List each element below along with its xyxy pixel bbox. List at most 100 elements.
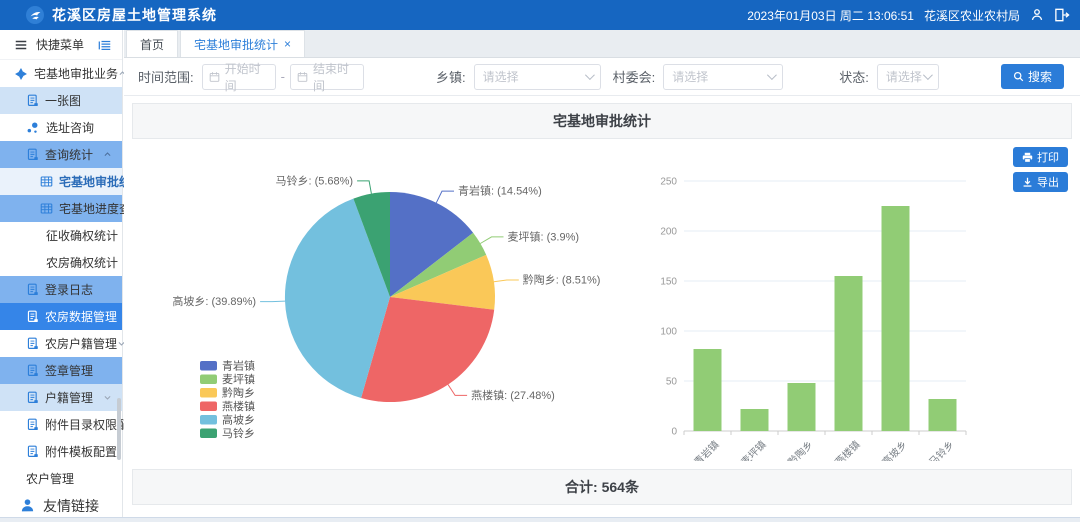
- town-label: 乡镇:: [436, 67, 466, 86]
- quick-menu-header[interactable]: 快捷菜单: [0, 30, 122, 60]
- chevron-down-icon: [103, 393, 112, 402]
- svg-text:高坡乡: (39.89%): 高坡乡: (39.89%): [172, 294, 256, 308]
- doc-icon: [26, 445, 39, 458]
- chart-area: 打印 导出 青岩镇: (14.54%)麦坪镇: (3.9%)黔陶乡: (8.51…: [124, 139, 1080, 461]
- sidebar-item-label: 征收确权统计: [46, 227, 118, 244]
- svg-text:青岩镇: 青岩镇: [691, 438, 721, 461]
- hamburger-icon: [14, 38, 28, 52]
- svg-text:黔陶乡: 黔陶乡: [222, 386, 255, 400]
- sidebar-item[interactable]: 农房数据管理: [0, 303, 122, 330]
- pinwheel-icon: [14, 67, 28, 81]
- sidebar-item-label: 农户管理: [26, 470, 74, 487]
- town-select-placeholder: 请选择: [483, 68, 519, 85]
- svg-text:200: 200: [660, 227, 677, 238]
- sidebar-item[interactable]: 附件目录权限配置: [0, 411, 122, 438]
- sidebar-item[interactable]: 宅基地审批业务: [0, 60, 122, 87]
- tab-label: 首页: [140, 36, 164, 53]
- search-button[interactable]: 搜索: [1001, 64, 1064, 89]
- sidebar-item[interactable]: 宅基地审批统计: [0, 168, 122, 195]
- sidebar-item-label: 友情链接: [43, 496, 99, 516]
- close-icon[interactable]: ×: [284, 38, 291, 50]
- svg-text:0: 0: [671, 427, 677, 438]
- sidebar-item-label: 附件模板配置: [45, 443, 117, 460]
- tab[interactable]: 宅基地审批统计×: [180, 30, 305, 57]
- svg-text:青岩镇: (14.54%): 青岩镇: (14.54%): [458, 184, 542, 198]
- village-select[interactable]: 请选择: [663, 64, 783, 90]
- svg-text:黔陶乡: 黔陶乡: [785, 438, 815, 461]
- filter-bar: 时间范围: 开始时间 - 结束时间 乡镇: 请选择 村委会: 请选择 状态: 请…: [124, 58, 1080, 96]
- svg-text:马铃乡: (5.68%): 马铃乡: (5.68%): [275, 173, 353, 187]
- svg-text:50: 50: [666, 377, 678, 388]
- sidebar: 快捷菜单 宅基地审批业务一张图选址咨询查询统计宅基地审批统计宅基地进度查询征收确…: [0, 30, 123, 522]
- date-separator: -: [281, 69, 285, 84]
- doc-icon: [26, 94, 39, 107]
- end-date-placeholder: 结束时间: [313, 60, 357, 94]
- sidebar-item[interactable]: 签章管理: [0, 357, 122, 384]
- bottom-strip: [0, 517, 1080, 522]
- doc-icon: [26, 418, 39, 431]
- time-range-label: 时间范围:: [138, 67, 194, 86]
- svg-text:150: 150: [660, 277, 677, 288]
- table-icon: [40, 202, 53, 215]
- total-bar: 合计: 564条: [132, 469, 1072, 505]
- svg-text:麦坪镇: 麦坪镇: [222, 372, 255, 386]
- sidebar-item[interactable]: 登录日志: [0, 276, 122, 303]
- header-datetime: 2023年01月03日 周二 13:06:51: [747, 7, 914, 24]
- doc-icon: [26, 364, 39, 377]
- chevron-down-icon: [923, 70, 933, 80]
- end-date-input[interactable]: 结束时间: [290, 64, 364, 90]
- sidebar-item[interactable]: 友情链接: [0, 492, 122, 519]
- svg-text:燕楼镇: (27.48%): 燕楼镇: (27.48%): [471, 388, 555, 402]
- sidebar-item-label: 一张图: [45, 92, 81, 109]
- sidebar-item-label: 农房数据管理: [45, 308, 117, 325]
- svg-text:麦坪镇: 麦坪镇: [738, 438, 768, 461]
- sidebar-item[interactable]: 一张图: [0, 87, 122, 114]
- doc-icon: [26, 148, 39, 161]
- sidebar-item[interactable]: 农房确权统计: [0, 249, 122, 276]
- sidebar-item[interactable]: 农房户籍管理: [0, 330, 122, 357]
- bar-chart: 050100150200250青岩镇麦坪镇黔陶乡燕楼镇高坡乡马铃乡: [660, 139, 1072, 466]
- location-icon: [26, 121, 40, 135]
- svg-text:麦坪镇: (3.9%): 麦坪镇: (3.9%): [508, 229, 580, 243]
- chevron-down-icon: [585, 70, 595, 80]
- sidebar-item[interactable]: 选址咨询: [0, 114, 122, 141]
- logout-icon[interactable]: [1054, 8, 1070, 22]
- status-select[interactable]: 请选择: [877, 64, 939, 90]
- sidebar-item-label: 农房户籍管理: [45, 335, 117, 352]
- svg-text:高坡乡: 高坡乡: [879, 438, 909, 461]
- tab-bar: 首页宅基地审批统计×: [124, 30, 1080, 58]
- doc-icon: [26, 391, 39, 404]
- logo-icon: [26, 6, 44, 24]
- calendar-icon: [209, 71, 220, 83]
- doc-icon: [26, 337, 39, 350]
- sidebar-item[interactable]: 查询统计: [0, 141, 122, 168]
- sidebar-item[interactable]: 附件模板配置: [0, 438, 122, 465]
- sidebar-scrollbar[interactable]: [117, 398, 121, 460]
- calendar-icon: [297, 71, 308, 83]
- search-button-label: 搜索: [1028, 68, 1052, 85]
- svg-text:250: 250: [660, 177, 677, 188]
- town-select[interactable]: 请选择: [474, 64, 601, 90]
- menu-list-icon[interactable]: [98, 38, 112, 52]
- svg-text:高坡乡: 高坡乡: [222, 413, 255, 427]
- sidebar-item[interactable]: 征收确权统计: [0, 222, 122, 249]
- sidebar-item[interactable]: 宅基地进度查询: [0, 195, 122, 222]
- user-icon[interactable]: [1030, 8, 1044, 22]
- start-date-input[interactable]: 开始时间: [202, 64, 276, 90]
- svg-text:黔陶乡: (8.51%): 黔陶乡: (8.51%): [523, 273, 601, 287]
- status-select-placeholder: 请选择: [886, 68, 922, 85]
- sidebar-menu: 宅基地审批业务一张图选址咨询查询统计宅基地审批统计宅基地进度查询征收确权统计农房…: [0, 60, 122, 519]
- start-date-placeholder: 开始时间: [225, 60, 269, 94]
- sidebar-item[interactable]: 农户管理: [0, 465, 122, 492]
- doc-icon: [26, 310, 39, 323]
- sidebar-item-label: 登录日志: [45, 281, 93, 298]
- svg-text:燕楼镇: 燕楼镇: [832, 438, 862, 461]
- panel-title: 宅基地审批统计: [553, 111, 651, 131]
- sidebar-item-label: 宅基地审批业务: [34, 65, 118, 82]
- main-content: 首页宅基地审批统计× 时间范围: 开始时间 - 结束时间 乡镇: 请选择 村委会…: [124, 30, 1080, 522]
- tab[interactable]: 首页: [126, 30, 178, 57]
- sidebar-item[interactable]: 户籍管理: [0, 384, 122, 411]
- status-label: 状态:: [839, 67, 869, 86]
- total-label: 合计: 564条: [565, 477, 639, 497]
- doc-icon: [26, 283, 39, 296]
